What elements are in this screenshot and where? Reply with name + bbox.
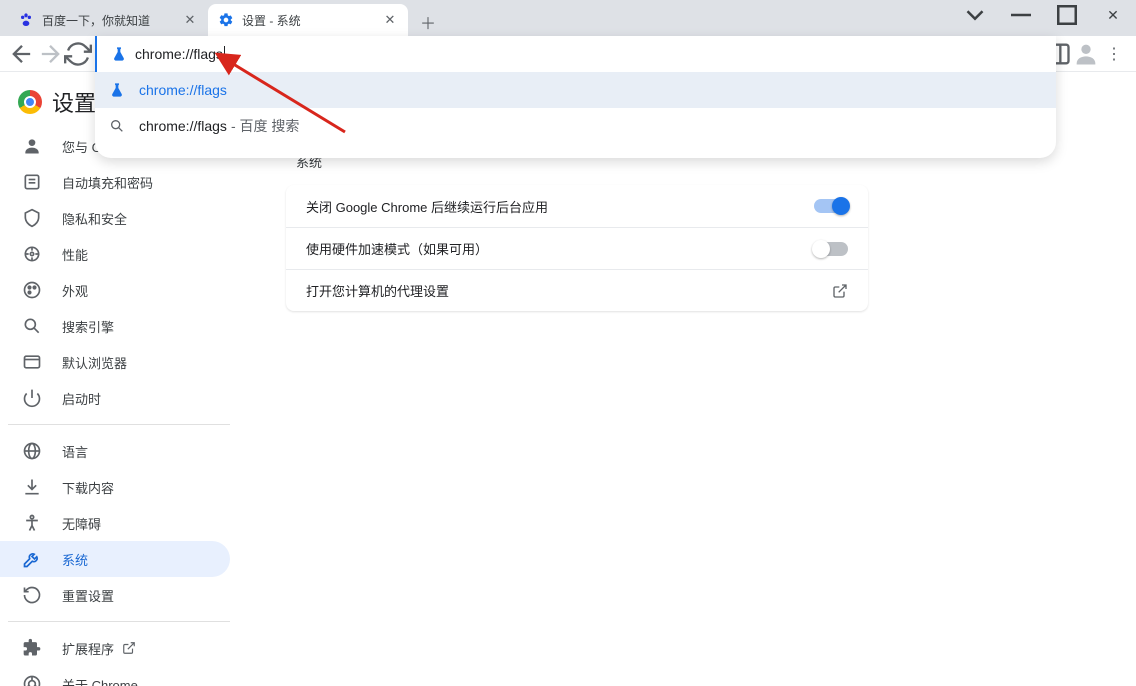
omnibox-typed-text: chrome://flags (135, 46, 223, 62)
sidebar-item-autofill[interactable]: 自动填充和密码 (0, 164, 230, 200)
close-icon[interactable]: ✕ (382, 12, 398, 28)
sidebar-item-privacy[interactable]: 隐私和安全 (0, 200, 230, 236)
sidebar-item-accessibility[interactable]: 无障碍 (0, 505, 230, 541)
page-content: 设置 您与 Google 自动填充和密码 隐私和安全 性能 外观 搜索引擎 (0, 72, 1136, 686)
sidebar-item-default-browser[interactable]: 默认浏览器 (0, 344, 230, 380)
external-link-icon (832, 283, 848, 299)
tab-baidu[interactable]: 百度一下，你就知道 ✕ (8, 4, 208, 36)
suggestion-text: chrome://flags (139, 82, 227, 98)
sidebar-item-label: 搜索引擎 (62, 317, 114, 336)
text-cursor (224, 46, 225, 62)
appearance-icon (22, 280, 42, 300)
sidebar-item-label: 系统 (62, 550, 88, 569)
wrench-icon (22, 549, 42, 569)
sidebar-item-label: 扩展程序 (62, 639, 114, 658)
setting-row-proxy[interactable]: 打开您计算机的代理设置 (286, 269, 868, 311)
baidu-favicon-icon (18, 12, 34, 28)
extension-icon (22, 638, 42, 658)
flask-icon (109, 82, 125, 98)
sidebar-item-label: 自动填充和密码 (62, 173, 153, 192)
sidebar-item-label: 下载内容 (62, 478, 114, 497)
download-icon (22, 477, 42, 497)
close-window-button[interactable]: ✕ (1090, 0, 1136, 30)
chevron-down-icon[interactable] (952, 0, 998, 30)
logo-area: 设置 (18, 86, 96, 118)
setting-label: 关闭 Google Chrome 后继续运行后台应用 (306, 197, 548, 216)
omnibox-suggestion-search[interactable]: chrome://flags - 百度 搜索 (95, 108, 1056, 144)
window-controls: ✕ (952, 0, 1136, 30)
sidebar-divider (8, 621, 230, 622)
tab-title: 设置 - 系统 (242, 12, 382, 29)
toggle-background-apps[interactable] (814, 199, 848, 213)
globe-icon (22, 441, 42, 461)
profile-avatar[interactable] (1072, 40, 1100, 68)
sidebar-item-languages[interactable]: 语言 (0, 433, 230, 469)
performance-icon (22, 244, 42, 264)
back-button[interactable] (8, 40, 36, 68)
search-icon (22, 316, 42, 336)
tab-strip: 百度一下，你就知道 ✕ 设置 - 系统 ✕ ＋ ✕ (0, 0, 1136, 36)
settings-card: 关闭 Google Chrome 后继续运行后台应用 使用硬件加速模式（如果可用… (286, 185, 868, 311)
sidebar-item-label: 启动时 (62, 389, 101, 408)
close-icon[interactable]: ✕ (182, 12, 198, 28)
sidebar-item-label: 性能 (62, 245, 88, 264)
new-tab-button[interactable]: ＋ (414, 8, 442, 36)
chrome-logo-icon (18, 90, 42, 114)
chrome-icon (22, 674, 42, 686)
power-icon (22, 388, 42, 408)
omnibox-typed-row: chrome://flags (95, 36, 1056, 72)
sidebar-item-extensions[interactable]: 扩展程序 (0, 630, 230, 666)
user-icon (22, 136, 42, 156)
settings-sidebar: 您与 Google 自动填充和密码 隐私和安全 性能 外观 搜索引擎 默认浏览器 (0, 72, 238, 686)
setting-label: 打开您计算机的代理设置 (306, 281, 449, 300)
suggestion-secondary: - 百度 搜索 (231, 116, 299, 136)
shield-icon (22, 208, 42, 228)
setting-label: 使用硬件加速模式（如果可用） (306, 239, 488, 258)
sidebar-item-label: 语言 (62, 442, 88, 461)
external-link-icon (122, 641, 136, 655)
sidebar-divider (8, 424, 230, 425)
a11y-icon (22, 513, 42, 533)
menu-button[interactable]: ⋮ (1100, 40, 1128, 68)
page-title: 设置 (52, 86, 96, 118)
sidebar-item-search-engine[interactable]: 搜索引擎 (0, 308, 230, 344)
setting-row-background-apps[interactable]: 关闭 Google Chrome 后继续运行后台应用 (286, 185, 868, 227)
setting-row-hardware-accel[interactable]: 使用硬件加速模式（如果可用） (286, 227, 868, 269)
sidebar-item-performance[interactable]: 性能 (0, 236, 230, 272)
search-icon (109, 118, 125, 134)
sidebar-item-label: 隐私和安全 (62, 209, 127, 228)
sidebar-item-label: 无障碍 (62, 514, 101, 533)
sidebar-item-appearance[interactable]: 外观 (0, 272, 230, 308)
sidebar-item-on-startup[interactable]: 启动时 (0, 380, 230, 416)
reload-button[interactable] (64, 40, 92, 68)
omnibox-dropdown: chrome://flags chrome://flags chrome://f… (95, 36, 1056, 158)
sidebar-item-label: 默认浏览器 (62, 353, 127, 372)
gear-icon (218, 12, 234, 28)
tab-title: 百度一下，你就知道 (42, 12, 182, 29)
autofill-icon (22, 172, 42, 192)
sidebar-item-system[interactable]: 系统 (0, 541, 230, 577)
sidebar-item-about[interactable]: 关于 Chrome (0, 666, 230, 686)
suggestion-text: chrome://flags (139, 118, 227, 134)
toggle-hardware-accel[interactable] (814, 242, 848, 256)
reset-icon (22, 585, 42, 605)
sidebar-item-label: 关于 Chrome (62, 675, 138, 686)
flask-icon (111, 46, 127, 62)
omnibox-suggestion-flags[interactable]: chrome://flags (95, 72, 1056, 108)
tab-settings[interactable]: 设置 - 系统 ✕ (208, 4, 408, 36)
minimize-button[interactable] (998, 0, 1044, 30)
sidebar-item-downloads[interactable]: 下载内容 (0, 469, 230, 505)
forward-button[interactable] (36, 40, 64, 68)
sidebar-item-label: 重置设置 (62, 586, 114, 605)
sidebar-item-reset[interactable]: 重置设置 (0, 577, 230, 613)
settings-main: 系统 关闭 Google Chrome 后继续运行后台应用 使用硬件加速模式（如… (238, 72, 1136, 686)
sidebar-item-label: 外观 (62, 281, 88, 300)
browser-icon (22, 352, 42, 372)
maximize-button[interactable] (1044, 0, 1090, 30)
